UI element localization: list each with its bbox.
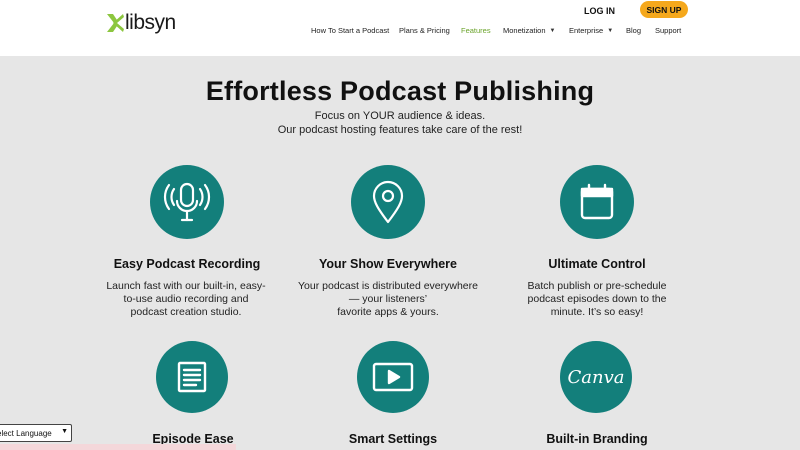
play-video-icon: [357, 341, 429, 413]
nav-plans-pricing[interactable]: Plans & Pricing: [399, 26, 450, 35]
nav-blog[interactable]: Blog: [626, 26, 641, 35]
description-line: podcast episodes down to the: [527, 293, 667, 305]
nav-how-to-start[interactable]: How To Start a Podcast: [311, 26, 389, 35]
feature-description: Batch publish or pre-schedule podcast ep…: [497, 280, 697, 319]
description-line: Your podcast is distributed everywhere: [298, 280, 478, 292]
nav-enterprise[interactable]: Enterprise ▼: [569, 26, 613, 35]
nav-label: How To Start a Podcast: [311, 26, 390, 35]
signup-button[interactable]: SIGN UP: [640, 1, 688, 18]
subtitle-line-2: Our podcast hosting features take care o…: [277, 124, 523, 136]
feature-description: Your podcast is distributed everywhere —…: [286, 280, 490, 319]
description-line: Batch publish or pre-schedule: [527, 280, 667, 292]
libsyn-logo[interactable]: libsyn: [107, 11, 176, 34]
description-line: Launch fast with our built-in, easy-: [106, 280, 266, 292]
description-line: favorite apps & yours.: [337, 306, 439, 318]
feature-title: Ultimate Control: [548, 257, 646, 271]
document-icon: [156, 341, 228, 413]
nav-label: Support: [655, 26, 682, 35]
nav-monetization[interactable]: Monetization ▼: [503, 26, 555, 35]
description-line: to-use audio recording and: [123, 293, 249, 305]
chevron-down-icon: ▼: [607, 27, 614, 34]
libsyn-mark-icon: [107, 14, 124, 32]
page-title: Effortless Podcast Publishing: [205, 76, 595, 106]
chevron-down-icon: ▼: [61, 428, 68, 435]
login-link[interactable]: LOG IN: [584, 6, 615, 16]
chevron-down-icon: ▼: [549, 27, 556, 34]
canva-logo-icon: Canva: [560, 341, 632, 413]
feature-description: Launch fast with our built-in, easy- to-…: [86, 280, 286, 319]
language-select[interactable]: elect Language ▼: [0, 424, 72, 442]
logo-text: libsyn: [125, 11, 176, 34]
feature-title: Your Show Everywhere: [318, 257, 457, 271]
nav-features[interactable]: Features: [461, 26, 491, 35]
nav-label: Plans & Pricing: [399, 26, 450, 35]
microphone-icon: [150, 165, 224, 239]
nav-label: Features: [461, 26, 491, 35]
language-select-label: elect Language: [0, 428, 52, 438]
nav-label: Blog: [626, 26, 642, 35]
nav-label: Monetization: [503, 26, 546, 35]
description-line: minute. It’s so easy!: [550, 306, 644, 318]
feature-title: Built-in Branding: [546, 432, 648, 446]
description-line: — your listeners’: [348, 293, 428, 305]
subtitle-line-1: Focus on YOUR audience & ideas.: [314, 110, 486, 122]
nav-label: Enterprise: [569, 26, 604, 35]
bottom-banner-strip: [0, 444, 236, 450]
location-pin-icon: [351, 165, 425, 239]
canva-wordmark: Canva: [567, 366, 625, 388]
site-header: libsyn LOG IN SIGN UP How To Start a Pod…: [0, 0, 800, 56]
nav-support[interactable]: Support: [655, 26, 681, 35]
description-line: podcast creation studio.: [130, 306, 242, 318]
calendar-icon: [560, 165, 634, 239]
